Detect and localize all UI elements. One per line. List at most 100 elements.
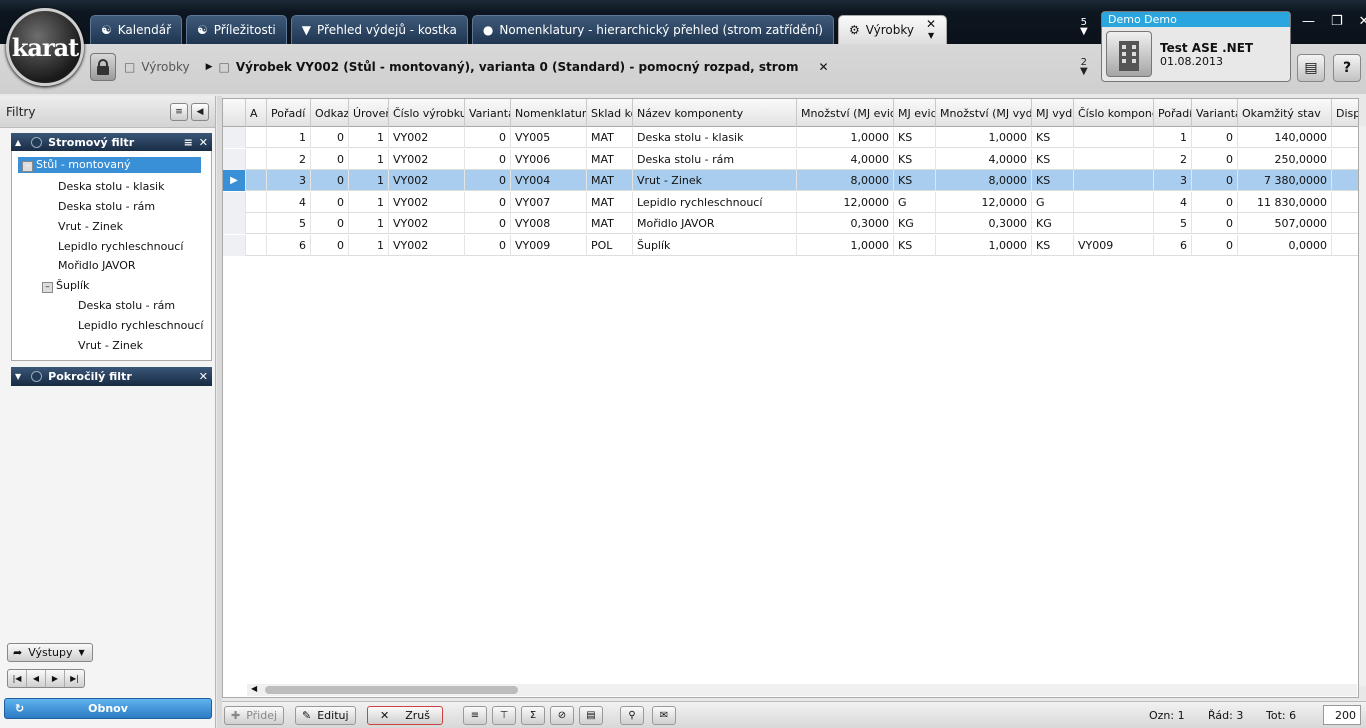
close-tab-icon[interactable]: ✕ ▼ [926,18,936,41]
tree-node-root[interactable]: – Stůl - montovaný [18,157,201,173]
table-cell[interactable]: VY005 [511,127,587,148]
vertical-scrollbar[interactable] [1359,126,1366,686]
filter-options-button[interactable]: ≡ [170,102,188,121]
table-cell[interactable] [1074,191,1154,213]
column-header[interactable]: Odkaz [311,99,349,127]
column-header[interactable]: MJ vyd. [1032,99,1074,127]
table-cell[interactable]: VY002 [389,213,465,234]
table-cell[interactable]: 0 [311,127,349,148]
tree-node[interactable]: Deska stolu - klasik [58,180,164,193]
layout-button[interactable]: ▤ [1297,54,1325,82]
table-cell[interactable]: Deska stolu - klasik [633,127,797,148]
table-cell[interactable]: 250,0000 [1238,148,1332,170]
table-cell[interactable] [246,213,267,234]
tab-prilezitosti[interactable]: ☯ Příležitosti [186,15,287,44]
table-row[interactable]: 6 0 1 VY002 0 VY009 POL Šuplík 1,0000 KS 1,0000 KS V… [223,234,1358,256]
row-indicator[interactable]: ▶ [223,170,246,191]
table-cell[interactable] [1332,170,1358,191]
column-header[interactable]: Množství (MJ evid [797,99,894,127]
table-cell[interactable]: G [1032,191,1074,213]
table-cell[interactable] [1332,213,1358,234]
table-cell[interactable]: VY009 [511,234,587,256]
close-breadcrumb-icon[interactable]: ✕ [818,60,828,74]
column-header[interactable]: Okamžitý stav [1238,99,1332,127]
table-cell[interactable]: Šuplík [633,234,797,256]
column-header[interactable]: Varianta [465,99,511,127]
table-cell[interactable]: 0 [311,170,349,191]
table-cell[interactable]: KS [894,234,936,256]
table-cell[interactable]: 0 [465,127,511,148]
table-cell[interactable]: KS [894,170,936,191]
table-cell[interactable]: KS [1032,148,1074,170]
radio-icon[interactable] [31,137,43,148]
table-cell[interactable]: KG [1032,213,1074,234]
table-cell[interactable]: VY002 [389,191,465,213]
table-cell[interactable]: 2 [1154,148,1192,170]
table-cell[interactable]: 8,0000 [936,170,1032,191]
tree-node[interactable]: Vrut - Zinek [58,220,123,233]
filter-list-icon[interactable]: ≡ [184,136,193,149]
window-button[interactable]: ▤ [579,706,603,725]
table-cell[interactable]: 1 [349,213,389,234]
table-cell[interactable]: 1,0000 [797,127,894,148]
table-cell[interactable]: 0 [1192,127,1238,148]
tree-filter-header[interactable]: ▲ Stromový filtr ≡ ✕ [11,133,212,152]
table-cell[interactable]: KS [894,148,936,170]
help-button[interactable]: ? [1333,54,1361,82]
table-cell[interactable]: VY004 [511,170,587,191]
column-header[interactable]: Číslo kompone [1074,99,1154,127]
table-cell[interactable]: 0 [1192,213,1238,234]
tab-vyrobky[interactable]: ⚙ Výrobky ✕ ▼ [837,15,948,44]
table-cell[interactable]: VY002 [389,234,465,256]
restore-icon[interactable]: ❐ [1331,14,1343,29]
table-cell[interactable]: 1 [349,170,389,191]
table-cell[interactable]: 12,0000 [797,191,894,213]
clear-filter-button[interactable]: ⊘ [550,706,574,725]
table-cell[interactable] [1074,127,1154,148]
column-header[interactable]: MJ evid [894,99,936,127]
table-cell[interactable]: 4 [267,191,311,213]
table-cell[interactable]: 1,0000 [936,234,1032,256]
horizontal-scrollbar[interactable]: ◀ ▶ [247,684,1357,696]
table-cell[interactable]: KG [894,213,936,234]
table-cell[interactable]: 0 [311,191,349,213]
comment-button[interactable]: ✉ [652,706,676,725]
radio-icon[interactable] [31,371,43,382]
expand-down-icon[interactable]: ▼ [15,372,21,381]
lock-button[interactable] [90,53,116,81]
search-button[interactable]: ⚲ [620,706,644,725]
column-header[interactable]: Pořadí [1154,99,1192,127]
table-cell[interactable]: KS [1032,234,1074,256]
table-cell[interactable]: KS [1032,170,1074,191]
tab-overflow-indicator[interactable]: 5 ▼ [1080,18,1088,37]
tree-node[interactable]: Lepidlo rychleschnoucí [78,319,203,332]
table-cell[interactable]: 5 [267,213,311,234]
table-cell[interactable]: 7 380,0000 [1238,170,1332,191]
scroll-thumb[interactable] [265,686,518,694]
table-cell[interactable]: 1 [349,191,389,213]
table-cell[interactable]: 0 [465,234,511,256]
tab-prehled-vydeju[interactable]: ▼ Přehled výdejů - kostka [290,15,468,44]
table-cell[interactable]: VY002 [389,148,465,170]
table-row[interactable]: 5 0 1 VY002 0 VY008 MAT Mořidlo JAVOR 0,3000 KG 0,… [223,213,1358,234]
table-cell[interactable]: VY002 [389,170,465,191]
table-cell[interactable]: 0,3000 [936,213,1032,234]
breadcrumb-item-current[interactable]: Výrobek VY002 (Stůl - montovaný), varian… [236,60,799,74]
table-cell[interactable]: 0 [311,213,349,234]
row-indicator[interactable] [223,234,246,256]
tree-node[interactable]: Deska stolu - rám [78,299,175,312]
first-record-icon[interactable]: |◀ [8,670,27,687]
table-cell[interactable]: 0 [465,191,511,213]
table-cell[interactable]: 0 [311,148,349,170]
table-cell[interactable] [246,191,267,213]
table-cell[interactable]: VY002 [389,127,465,148]
tree-node[interactable]: Lepidlo rychleschnoucí [58,240,183,253]
collapse-up-icon[interactable]: ▲ [15,138,21,147]
collapse-icon[interactable]: – [42,282,53,293]
tree-node[interactable]: Vrut - Zinek [78,339,143,352]
row-indicator[interactable] [223,148,246,170]
table-cell[interactable]: MAT [587,191,633,213]
table-cell[interactable]: 12,0000 [936,191,1032,213]
table-cell[interactable]: 0 [465,213,511,234]
close-filter-icon[interactable]: ✕ [199,370,208,383]
